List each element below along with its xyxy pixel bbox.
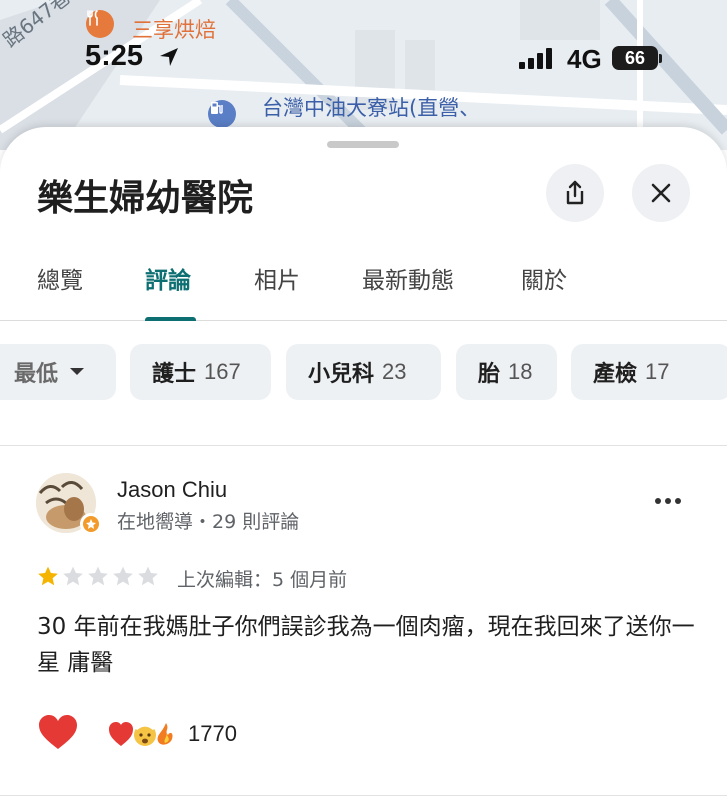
close-icon: [651, 183, 671, 203]
reviewer-meta: 在地嚮導・29 則評論: [117, 511, 300, 533]
map-poi-gas-station[interactable]: 台灣中油大寮站(直營、: [262, 92, 480, 122]
filter-chip-fetus[interactable]: 胎 18: [456, 344, 557, 400]
tab-bar: 總覽 評論 相片 最新動態 關於: [0, 245, 727, 321]
active-tab-indicator: [145, 317, 196, 321]
status-time: 5:25: [85, 40, 144, 72]
tab-photos[interactable]: 相片: [254, 261, 300, 295]
star-empty-icon: [113, 566, 133, 586]
heart-icon: [39, 715, 77, 749]
place-title: 樂生婦幼醫院: [37, 178, 254, 219]
network-type: 4G: [567, 44, 602, 74]
review-divider: [0, 795, 727, 796]
place-sheet: 樂生婦幼醫院 總覽 評論 相片 最新動態 關於 最低 護士 167 小兒科 23 胎…: [0, 127, 727, 800]
review-edit-time: 上次編輯：5 個月前: [177, 569, 348, 591]
tab-reviews[interactable]: 評論: [145, 261, 191, 295]
restaurant-pin-icon[interactable]: [86, 10, 114, 38]
dropdown-arrow-icon: [70, 368, 85, 375]
star-filled-icon: [38, 566, 58, 586]
filter-chip-pediatrics[interactable]: 小兒科 23: [286, 344, 441, 400]
share-icon: [566, 180, 584, 205]
reaction-count: 1770: [188, 721, 237, 746]
tab-overview[interactable]: 總覽: [37, 261, 83, 295]
map-poi-bakery[interactable]: 三享烘焙: [132, 14, 216, 44]
section-divider: [0, 445, 727, 446]
gas-station-pin-icon[interactable]: [208, 100, 236, 128]
star-empty-icon: [88, 566, 108, 586]
battery-cap: [659, 54, 662, 63]
drag-handle[interactable]: [327, 141, 399, 148]
filter-chip-nurse[interactable]: 護士 167: [130, 344, 271, 400]
location-arrow-icon: [160, 48, 178, 66]
review-text: 30 年前在我媽肚子你們誤診我為一個肉瘤，現在我回來了送你一星 庸醫: [37, 614, 695, 676]
like-button[interactable]: [37, 713, 79, 755]
tab-updates[interactable]: 最新動態: [362, 261, 454, 295]
sort-label: 最低: [14, 362, 59, 387]
more-options-button[interactable]: [650, 487, 686, 515]
filter-chip-prenatal[interactable]: 產檢 17: [571, 344, 727, 400]
reaction-emojis-icon: [109, 722, 173, 746]
cellular-signal-icon: [519, 48, 552, 69]
sort-dropdown[interactable]: 最低: [0, 344, 116, 400]
reviewer-name[interactable]: Jason Chiu: [117, 477, 227, 503]
share-button[interactable]: [546, 164, 604, 222]
tab-about[interactable]: 關於: [521, 261, 567, 295]
battery-icon: 66: [612, 46, 658, 70]
star-rating: [36, 565, 160, 587]
local-guide-badge-icon: [80, 513, 102, 535]
reaction-summary[interactable]: [108, 719, 180, 749]
star-empty-icon: [63, 566, 83, 586]
star-empty-icon: [138, 566, 158, 586]
close-button[interactable]: [632, 164, 690, 222]
